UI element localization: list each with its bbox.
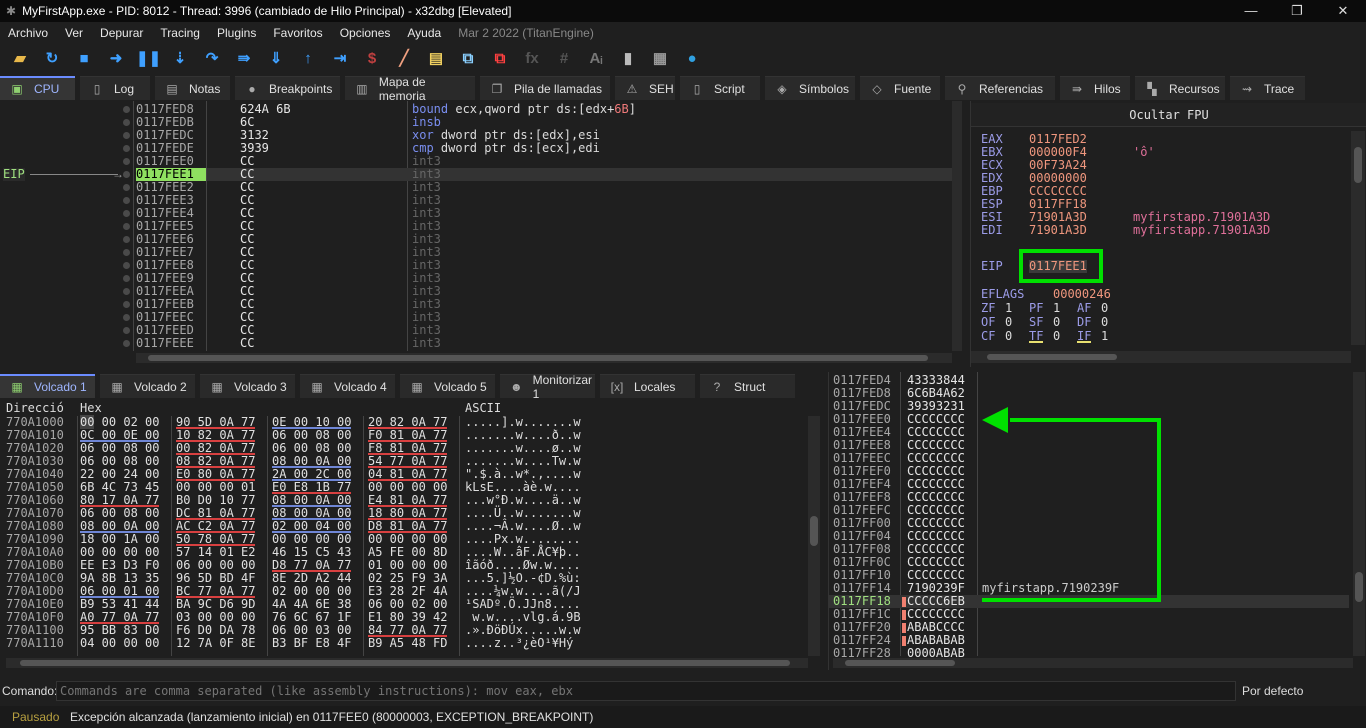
- command-label: Comando:: [2, 684, 58, 698]
- debug-state: Pausado: [12, 710, 60, 724]
- stack-arrow-head: [982, 407, 1008, 433]
- status-bar: Pausado Excepción alcanzada (lanzamiento…: [0, 706, 1366, 728]
- eip-highlight-box: [1019, 249, 1103, 283]
- stack-arrow-line: [982, 418, 1161, 602]
- status-message: Excepción alcanzada (lanzamiento inicial…: [70, 710, 594, 724]
- command-bar: Comando: Por defecto: [0, 680, 1366, 702]
- annotation-overlay: [982, 249, 1161, 602]
- command-input[interactable]: [56, 681, 1236, 701]
- command-mode-select[interactable]: Por defecto: [1242, 684, 1303, 698]
